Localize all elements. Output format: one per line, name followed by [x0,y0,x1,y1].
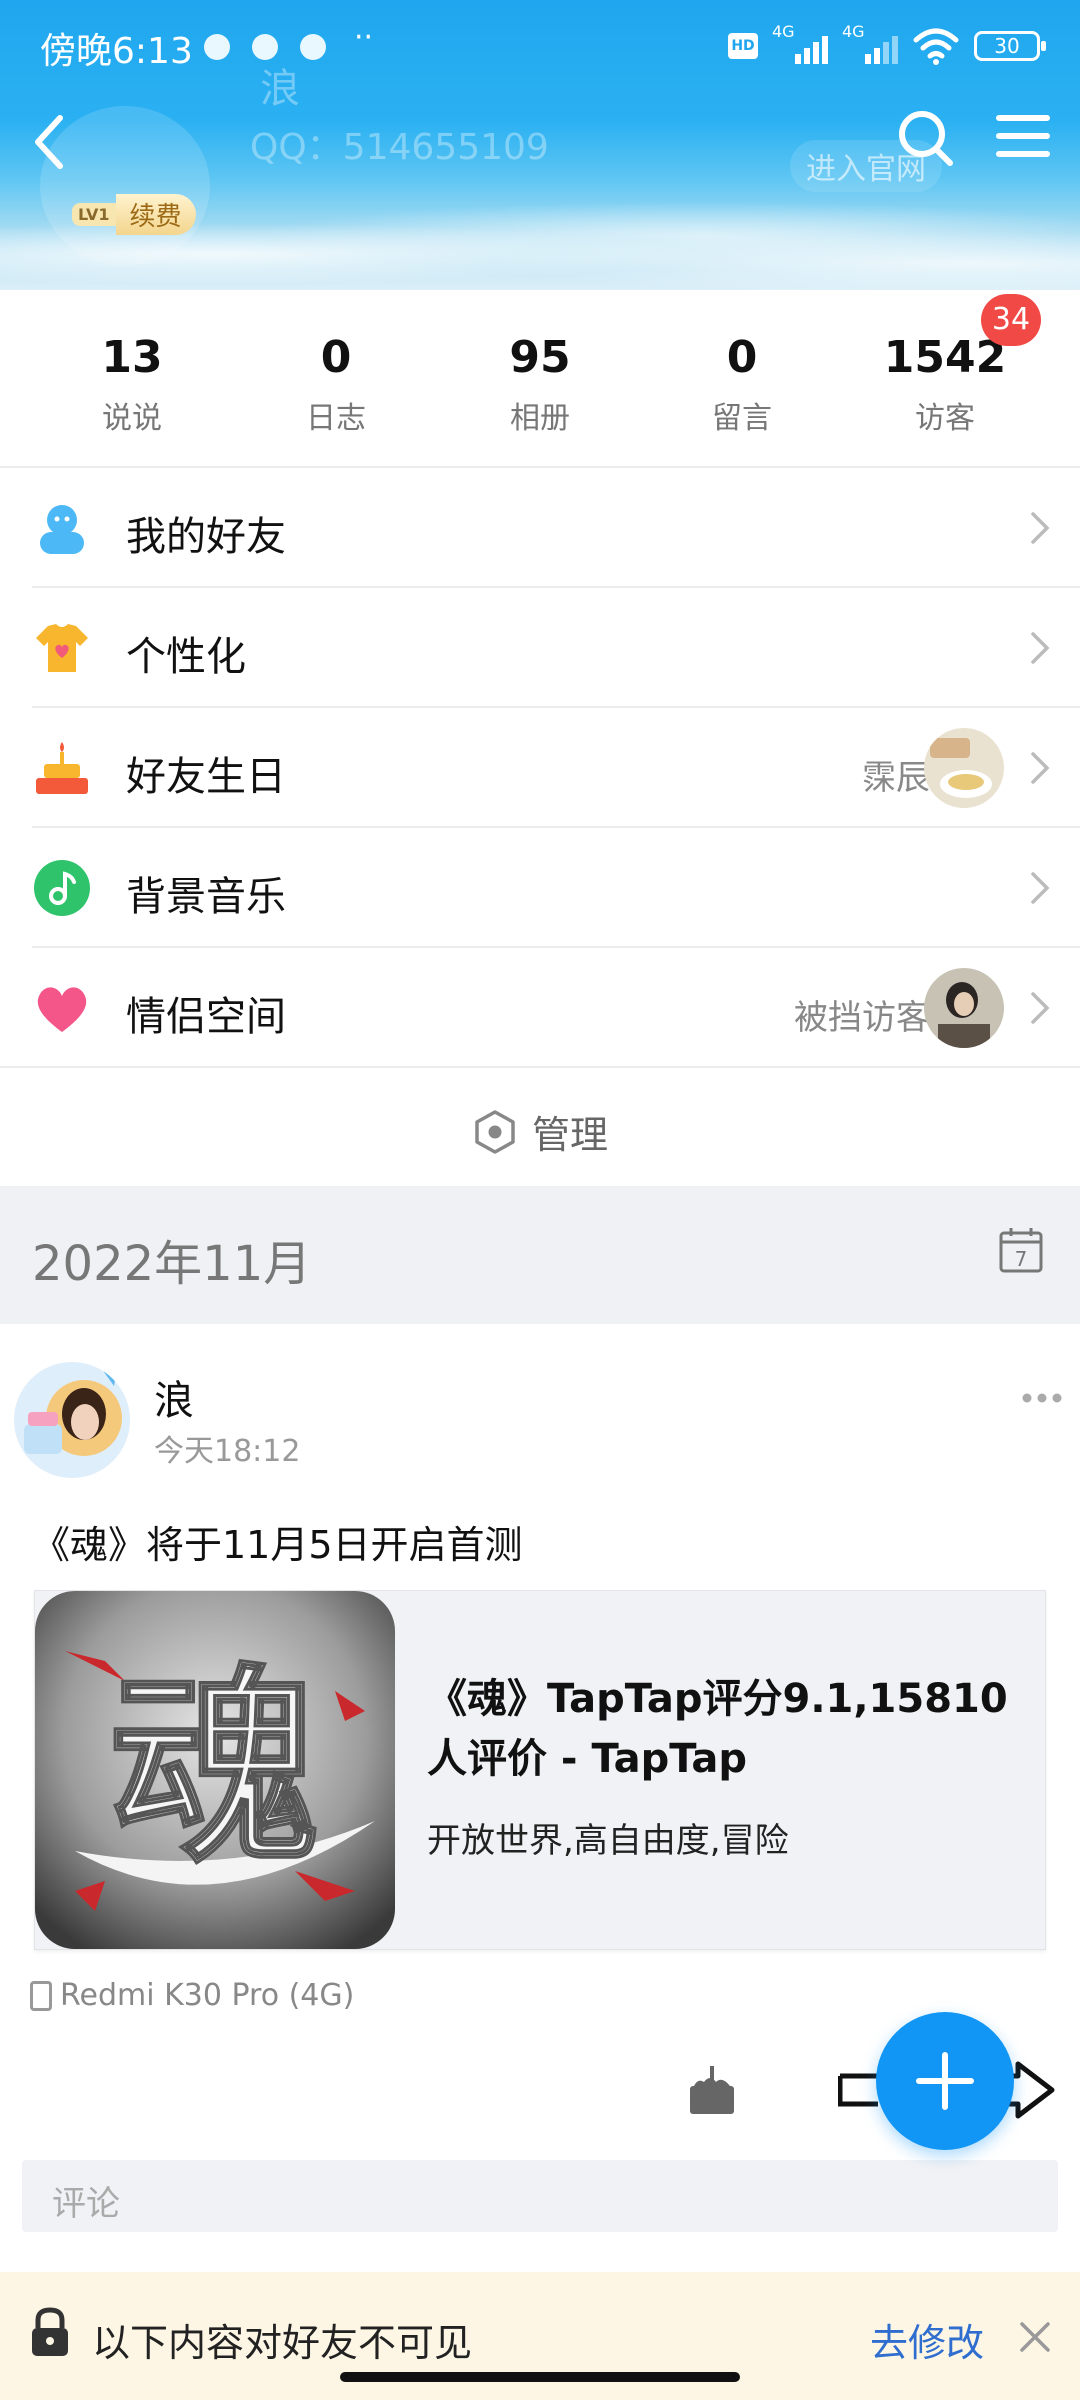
status-bar: 傍晚6:13 ·· HD 4G 4G 30 [0,0,1080,96]
phone-icon [30,1980,52,2011]
lock-icon [32,2307,68,2356]
edit-privacy-link[interactable]: 去修改 [870,2312,984,2367]
timeline-month-header: 2022年11月 7 [0,1186,1080,1324]
menu-item-background-music[interactable]: 背景音乐 [32,828,1080,948]
birthday-friend-name: 霂辰 [862,758,930,798]
post-timestamp: 今天18:12 [154,1434,301,1469]
menu-item-label: 背景音乐 [126,874,286,920]
menu-item-label: 我的好友 [126,514,286,560]
hd-icon: HD [728,33,758,59]
post-text: 《魂》将于11月5日开启首测 [32,1523,523,1567]
chevron-left-icon [35,115,63,169]
chevron-right-icon [1031,992,1050,1024]
music-note-icon [34,860,90,916]
notification-icon [300,34,326,60]
menu-item-friend-birthdays[interactable]: 好友生日 霂辰 [32,708,1080,828]
heart-icon [37,987,87,1032]
chevron-right-icon [1031,872,1050,904]
manage-button[interactable]: 管理 [0,1068,1080,1186]
blocked-visitors-label: 被挡访客 [794,998,930,1038]
author-name[interactable]: 浪 [154,1368,194,1426]
chevron-right-icon [1031,632,1050,664]
add-post-button[interactable] [876,2012,1014,2150]
search-icon [899,111,953,166]
stat-value: 0 [320,332,352,383]
link-title: 《魂》TapTap评分9.1,15810 人评价 - TapTap [427,1676,1008,1782]
stat-albums[interactable]: 95 相册 [440,332,640,437]
month-label: 2022年11月 [32,1236,312,1292]
menu-item-friends[interactable]: 我的好友 [32,468,1080,588]
chevron-right-icon [1031,512,1050,544]
home-indicator[interactable] [340,2372,740,2382]
friend-avatar [924,968,1004,1048]
device-name: Redmi K30 Pro (4G) [60,1978,355,2013]
stat-blogs[interactable]: 0 日志 [236,332,436,437]
signal-icon: 4G [772,22,828,66]
stat-value: 0 [726,332,758,383]
chevron-right-icon [1031,752,1050,784]
profile-name: 浪 [260,66,300,112]
friends-icon [40,505,84,554]
feature-menu: 我的好友 个性化 好友生日 霂辰 背景音乐 情侣空间 被挡访客 [0,468,1080,1068]
signal-icon: 4G [842,22,898,66]
post-device: Redmi K30 Pro (4G) [30,1978,354,2013]
search-button[interactable] [894,102,958,172]
profile-header: 傍晚6:13 ·· HD 4G 4G 30 浪 QQ：514655109 进入官… [0,0,1080,290]
menu-item-couple-space[interactable]: 情侣空间 被挡访客 [32,948,1080,1068]
privacy-notice-text: 以下内容对好友不可见 [92,2321,473,2365]
status-time: 傍晚6:13 [40,31,193,72]
tshirt-icon [36,624,88,672]
plus-icon [916,2052,974,2110]
author-avatar[interactable] [14,1362,130,1478]
like-icon[interactable] [684,2062,740,2118]
notification-icon [204,34,230,60]
more-options-icon[interactable] [1022,1392,1062,1404]
back-button[interactable] [20,106,80,176]
stat-label: 留言 [712,401,772,436]
renew-button[interactable]: 续费 [115,194,196,235]
stat-label: 日志 [306,401,366,436]
menu-item-label: 情侣空间 [126,994,286,1040]
stat-messages[interactable]: 0 留言 [642,332,842,437]
stat-label: 相册 [510,401,570,436]
visitor-count-badge: 34 [981,294,1041,346]
comment-input[interactable]: 评论 [22,2160,1058,2232]
calendar-icon[interactable]: 7 [998,1226,1044,1274]
thumbnail-title: 魂 [110,1644,320,1891]
manage-label: 管理 [532,1113,609,1157]
hamburger-icon [996,115,1050,157]
close-icon[interactable] [1018,2320,1052,2354]
friend-avatar [924,728,1004,808]
level-label: LV1 [72,203,116,226]
menu-item-label: 个性化 [126,634,246,680]
link-thumbnail: 魂 [35,1591,395,1949]
battery-icon: 30 [974,31,1046,61]
menu-item-label: 好友生日 [126,754,286,800]
top-nav: 浪 QQ：514655109 进入官网 [0,66,1080,266]
wifi-icon [913,28,959,65]
stat-value: 95 [509,332,571,383]
link-description: 开放世界,高自由度,冒险 [427,1821,789,1861]
birthday-cake-icon [36,742,88,794]
comment-placeholder: 评论 [52,2184,120,2224]
settings-hexagon-icon [475,1109,515,1154]
stat-posts[interactable]: 13 说说 [32,332,232,437]
profile-qq-number: QQ：514655109 [250,127,549,168]
stat-value: 13 [101,332,163,383]
calendar-day: 7 [1015,1247,1028,1271]
menu-button[interactable] [995,106,1051,166]
stat-label: 说说 [102,401,162,436]
shared-link-card[interactable]: 魂 《魂》TapTap评分9.1,15810 人评价 - TapTap 开放世界… [34,1590,1046,1950]
stat-label: 访客 [915,401,975,436]
vip-level-badge[interactable]: LV1 续费 [72,194,196,235]
stats-bar: 13 说说 0 日志 95 相册 0 留言 1542 访客 34 [0,290,1080,468]
more-notifications-icon: ·· [354,20,374,55]
stat-visitors[interactable]: 1542 访客 [845,332,1045,437]
menu-item-personalize[interactable]: 个性化 [32,588,1080,708]
